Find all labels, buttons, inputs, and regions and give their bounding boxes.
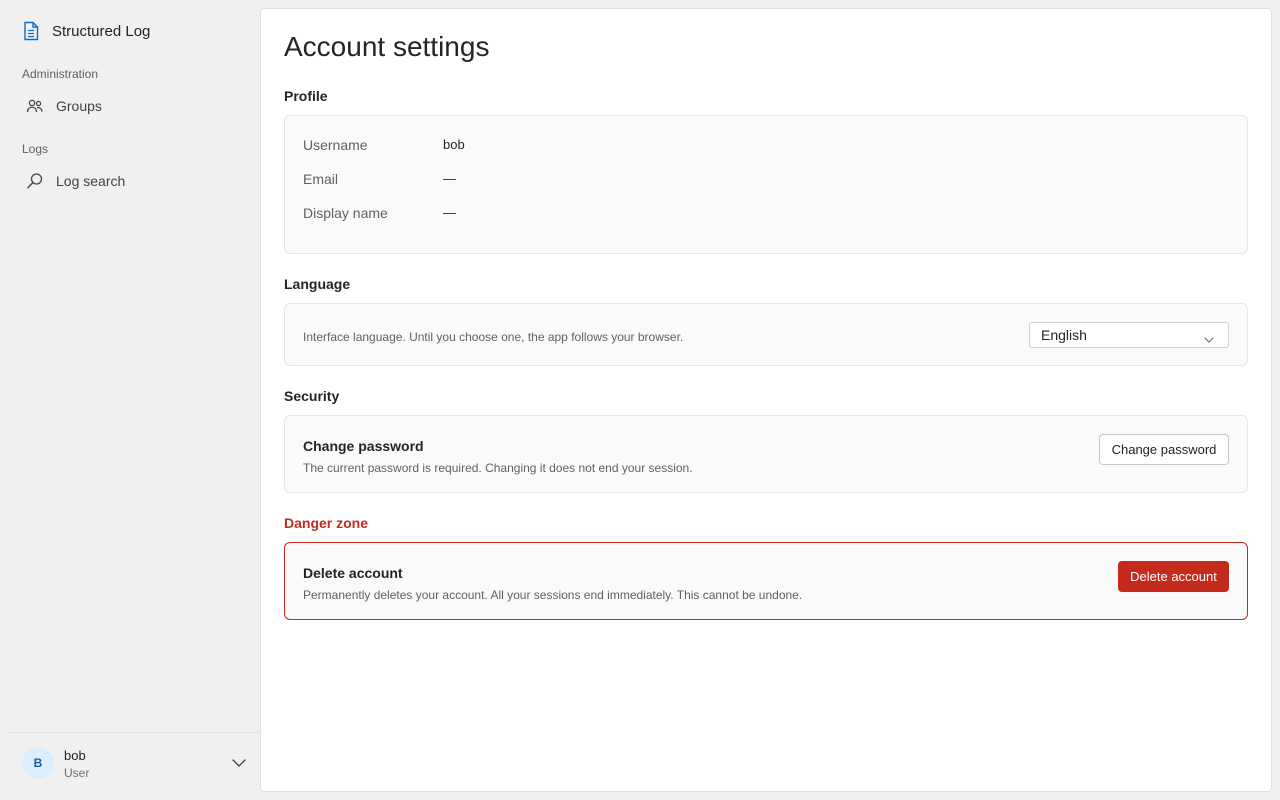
delete-account-button[interactable]: Delete account (1118, 561, 1229, 592)
chevron-down-icon (1204, 331, 1214, 347)
user-role: User (64, 766, 90, 780)
display-name-label: Display name (303, 205, 388, 221)
language-section-title: Language (284, 276, 351, 292)
chevron-down-icon[interactable] (231, 755, 247, 776)
change-password-heading: Change password (303, 438, 424, 454)
sidebar: Structured Log Administration Groups Log… (8, 0, 260, 800)
sidebar-item-label: Groups (56, 98, 102, 114)
language-select-value: English (1041, 327, 1087, 343)
delete-account-description: Permanently deletes your account. All yo… (303, 588, 803, 602)
user-name: bob (64, 748, 86, 763)
display-name-value: — (443, 205, 456, 220)
language-card: Interface language. Until you choose one… (284, 303, 1248, 366)
search-icon (26, 172, 44, 190)
nav-section-administration: Administration (22, 67, 99, 81)
profile-section-title: Profile (284, 88, 328, 104)
security-card: Change password The current password is … (284, 415, 1248, 493)
security-section-title: Security (284, 388, 340, 404)
change-password-description: The current password is required. Changi… (303, 461, 693, 475)
email-label: Email (303, 171, 339, 187)
app-brand[interactable]: Structured Log (22, 20, 150, 42)
username-value: bob (443, 137, 465, 152)
app-name: Structured Log (52, 22, 151, 40)
email-value: — (443, 171, 456, 186)
change-password-button[interactable]: Change password (1099, 434, 1229, 465)
sidebar-item-log-search[interactable]: Log search (22, 167, 250, 195)
sidebar-item-label: Log search (56, 173, 126, 189)
sidebar-item-groups[interactable]: Groups (22, 92, 250, 120)
language-description: Interface language. Until you choose one… (303, 330, 684, 344)
avatar: B (22, 747, 54, 779)
language-select[interactable]: English (1029, 322, 1229, 348)
danger-zone-card: Delete account Permanently deletes your … (284, 542, 1248, 620)
main-content: Account settings Profile Username bob Em… (260, 8, 1272, 792)
user-menu[interactable]: B bob User (8, 732, 260, 800)
delete-account-heading: Delete account (303, 565, 403, 581)
people-icon (26, 98, 44, 114)
danger-zone-title: Danger zone (284, 515, 369, 531)
nav-section-logs: Logs (22, 142, 49, 156)
username-label: Username (303, 137, 368, 153)
page-title: Account settings (284, 31, 490, 62)
document-icon (22, 21, 40, 41)
profile-card: Username bob Email — Display name — (284, 115, 1248, 254)
